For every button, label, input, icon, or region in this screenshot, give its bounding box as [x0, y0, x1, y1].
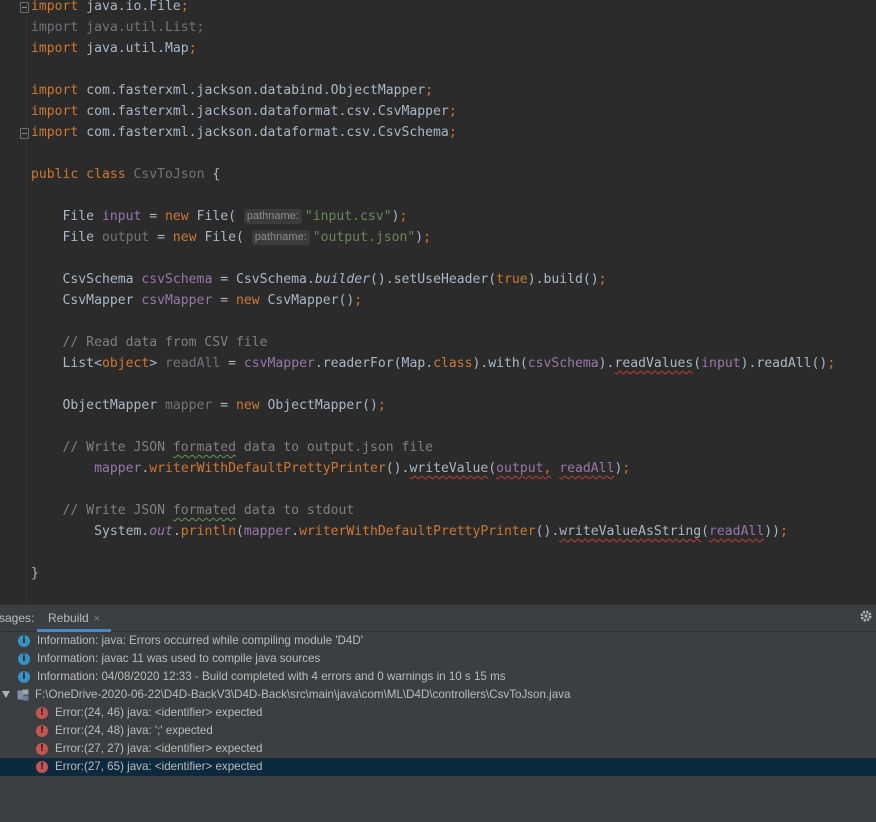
message-row[interactable]: Information: javac 11 was used to compil… — [0, 650, 876, 668]
code-line-20: ObjectMapper mapper = new ObjectMapper()… — [31, 398, 386, 413]
param-hint: pathname: — [251, 230, 310, 245]
error-row[interactable]: Error:(24, 46) java: <identifier> expect… — [0, 704, 876, 722]
code-content[interactable]: import java.io.File; import java.util.Lis… — [31, 0, 835, 584]
message-text: Error:(27, 65) java: <identifier> expect… — [55, 760, 263, 773]
info-icon — [18, 652, 30, 666]
error-icon — [36, 742, 48, 756]
fold-marker-icon[interactable] — [20, 2, 29, 13]
error-icon — [36, 760, 48, 774]
file-path: F:\OneDrive-2020-06-22\D4D-BackV3\D4D-Ba… — [35, 688, 571, 701]
code-line-6: import com.fasterxml.jackson.dataformat.… — [31, 104, 457, 119]
message-text: Information: javac 11 was used to compil… — [37, 652, 321, 665]
java-file-icon — [17, 689, 29, 701]
code-line-5: import com.fasterxml.jackson.databind.Ob… — [31, 83, 434, 98]
param-hint: pathname: — [243, 209, 302, 224]
message-text: Error:(24, 46) java: <identifier> expect… — [55, 706, 263, 719]
messages-list: Information: java: Errors occurred while… — [0, 632, 876, 776]
code-line-9: public class CsvToJson { — [31, 167, 221, 182]
expand-arrow-icon[interactable] — [2, 691, 10, 698]
message-row[interactable]: Information: 04/08/2020 12:33 - Build co… — [0, 668, 876, 686]
code-line-1: import java.io.File; — [31, 0, 189, 14]
message-text: Error:(27, 27) java: <identifier> expect… — [55, 742, 263, 755]
code-editor[interactable]: import java.io.File; import java.util.Lis… — [0, 0, 876, 584]
code-line-17: // Read data from CSV file — [31, 335, 268, 350]
close-icon[interactable]: × — [94, 613, 100, 625]
code-line-18: List<object> readAll = csvMapper.readerF… — [31, 356, 836, 371]
message-text: Information: java: Errors occurred while… — [37, 634, 363, 647]
error-row[interactable]: Error:(24, 48) java: ';' expected — [0, 722, 876, 740]
file-node-row[interactable]: F:\OneDrive-2020-06-22\D4D-BackV3\D4D-Ba… — [0, 686, 876, 704]
tab-rebuild[interactable]: Rebuild × — [37, 605, 112, 632]
info-icon — [18, 634, 30, 648]
tab-label: Rebuild — [48, 611, 89, 625]
code-line-11: File input = new File( pathname: "input.c… — [31, 209, 408, 224]
code-line-22: // Write JSON formated data to output.js… — [31, 440, 434, 455]
editor-spacer — [0, 584, 876, 604]
messages-panel: sages: Rebuild × Information: java: Error… — [0, 604, 876, 822]
editor-gutter — [0, 0, 29, 584]
code-line-12: File output = new File( pathname: "output… — [31, 230, 432, 245]
code-line-15: CsvMapper csvMapper = new CsvMapper(); — [31, 293, 363, 308]
gear-icon[interactable] — [858, 608, 874, 624]
info-icon — [18, 670, 30, 684]
error-icon — [36, 724, 48, 738]
code-line-14: CsvSchema csvSchema = CsvSchema.builder(… — [31, 272, 607, 287]
message-text: Information: 04/08/2020 12:33 - Build co… — [37, 670, 506, 683]
messages-tab-bar: sages: Rebuild × — [0, 605, 876, 632]
error-row[interactable]: Error:(27, 27) java: <identifier> expect… — [0, 740, 876, 758]
code-line-23: mapper.writerWithDefaultPrettyPrinter().… — [94, 461, 631, 476]
error-row-selected[interactable]: Error:(27, 65) java: <identifier> expect… — [0, 758, 876, 776]
fold-marker-icon[interactable] — [20, 128, 29, 139]
code-line-25: // Write JSON formated data to stdout — [31, 503, 355, 518]
code-line-28: } — [31, 566, 39, 581]
code-line-3: import java.util.Map; — [31, 41, 197, 56]
code-line-2: import java.util.List; — [31, 20, 205, 35]
error-icon — [36, 706, 48, 720]
code-line-26: System.out.println(mapper.writerWithDefa… — [31, 524, 788, 539]
panel-title: sages: — [0, 611, 35, 625]
code-line-7: import com.fasterxml.jackson.dataformat.… — [31, 125, 457, 140]
message-text: Error:(24, 48) java: ';' expected — [55, 724, 213, 737]
message-row[interactable]: Information: java: Errors occurred while… — [0, 632, 876, 650]
